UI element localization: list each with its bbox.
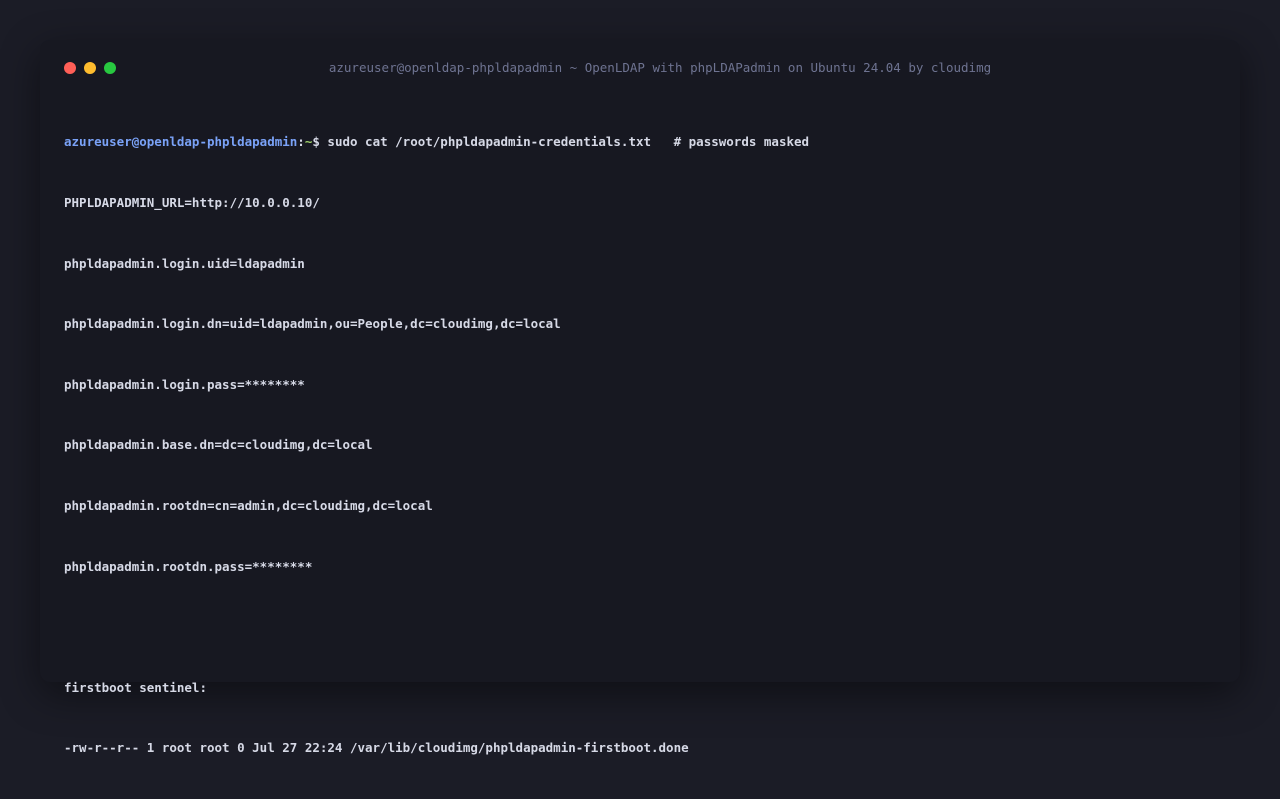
output-line: phpldapadmin.base.dn=dc=cloudimg,dc=loca… [64, 437, 373, 453]
terminal-window: azureuser@openldap-phpldapadmin ~ OpenLD… [40, 40, 1240, 755]
output-line: firstboot sentinel: [64, 679, 207, 695]
terminal-content[interactable]: azureuser@openldap-phpldapadmin:~$ sudo … [64, 92, 1214, 799]
output-line: phpldapadmin.rootdn=cn=admin,dc=cloudimg… [64, 497, 433, 513]
title-bar: azureuser@openldap-phpldapadmin ~ OpenLD… [40, 40, 1240, 96]
window-title: azureuser@openldap-phpldapadmin ~ OpenLD… [328, 60, 992, 75]
prompt-user-host: azureuser@openldap-phpldapadmin [64, 134, 298, 150]
prompt-colon: : [297, 134, 305, 150]
output-line: -rw-r--r-- 1 root root 0 Jul 27 22:24 /v… [64, 740, 689, 756]
output-line: PHPLDAPADMIN_URL=http://10.0.0.10/ [64, 195, 320, 210]
prompt-line: azureuser@openldap-phpldapadmin:~$ sudo … [64, 132, 1214, 152]
output-line: phpldapadmin.login.pass=******** [64, 376, 305, 392]
output-line: phpldapadmin.rootdn.pass=******** [64, 558, 313, 574]
prompt-symbol: $ [312, 134, 320, 150]
output-line: phpldapadmin.login.dn=uid=ldapadmin,ou=P… [64, 316, 561, 332]
prompt-command: sudo cat /root/phpldapadmin-credentials.… [319, 134, 810, 150]
output-line: phpldapadmin.login.uid=ldapadmin [64, 255, 305, 271]
